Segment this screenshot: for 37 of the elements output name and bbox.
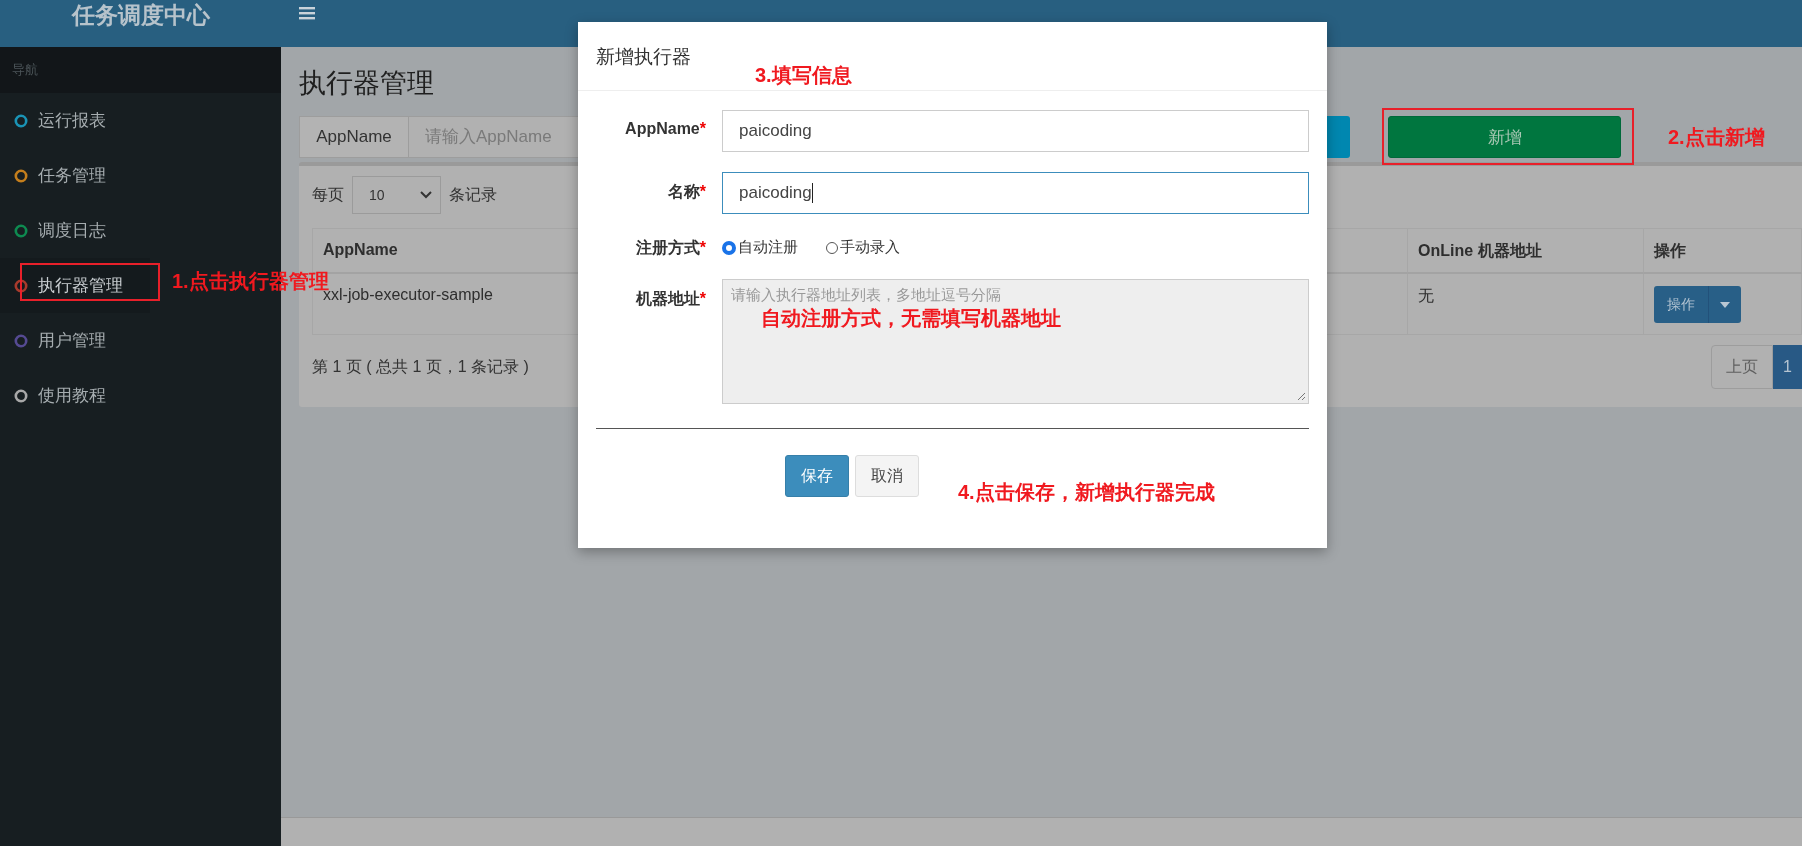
text-field[interactable]: paicoding [722, 172, 1309, 214]
field-label: 名称* [666, 182, 706, 202]
sidebar-item[interactable]: 用户管理 [0, 313, 150, 368]
column-header: OnLine 机器地址 [1408, 228, 1644, 274]
page-size-label: 每页 [312, 184, 344, 205]
caret-icon [1720, 301, 1730, 308]
app-logo: 任务调度中心 [0, 0, 281, 47]
annotation-text: 2.点击新增 [1668, 125, 1765, 150]
page-link[interactable]: 1 [1773, 345, 1802, 389]
sidebar-item[interactable]: 运行报表 [0, 93, 150, 148]
text-field[interactable]: paicoding [722, 110, 1309, 152]
menu-icon[interactable] [299, 6, 315, 20]
page-size-select[interactable]: 10 [352, 176, 441, 214]
column-header: 操作 [1644, 228, 1802, 274]
sidebar-item[interactable]: 执行器管理 [0, 258, 150, 313]
table-cell: 无 [1408, 274, 1644, 335]
save-button[interactable]: 保存 [785, 455, 849, 497]
sidebar-item[interactable]: 调度日志 [0, 203, 150, 258]
radio-option[interactable]: 手动录入 [826, 238, 900, 257]
cancel-button[interactable]: 取消 [855, 455, 919, 497]
search-label: AppName [299, 116, 409, 158]
page-title: 执行器管理 [299, 67, 434, 100]
annotation-text: 4.点击保存，新增执行器完成 [958, 480, 1215, 505]
chevron-down-icon [420, 191, 432, 199]
field-label: AppName* [624, 119, 706, 138]
annotation-text: 3.填写信息 [755, 63, 852, 88]
dialog-title: 新增执行器 [596, 46, 691, 67]
nav-section-header: 导航 [0, 47, 281, 93]
field-label: 注册方式* [634, 238, 706, 258]
sidebar-item[interactable]: 任务管理 [0, 148, 150, 203]
radio-option[interactable]: 自动注册 [722, 238, 798, 257]
action-dropdown-button[interactable]: 操作 [1654, 286, 1741, 323]
page-size-label: 条记录 [449, 184, 497, 205]
sidebar-item[interactable]: 使用教程 [0, 368, 150, 423]
page-summary: 第 1 页 ( 总共 1 页，1 条记录 ) [312, 356, 529, 377]
annotation-text: 自动注册方式，无需填写机器地址 [761, 306, 1061, 331]
field-label: 机器地址* [634, 289, 706, 309]
